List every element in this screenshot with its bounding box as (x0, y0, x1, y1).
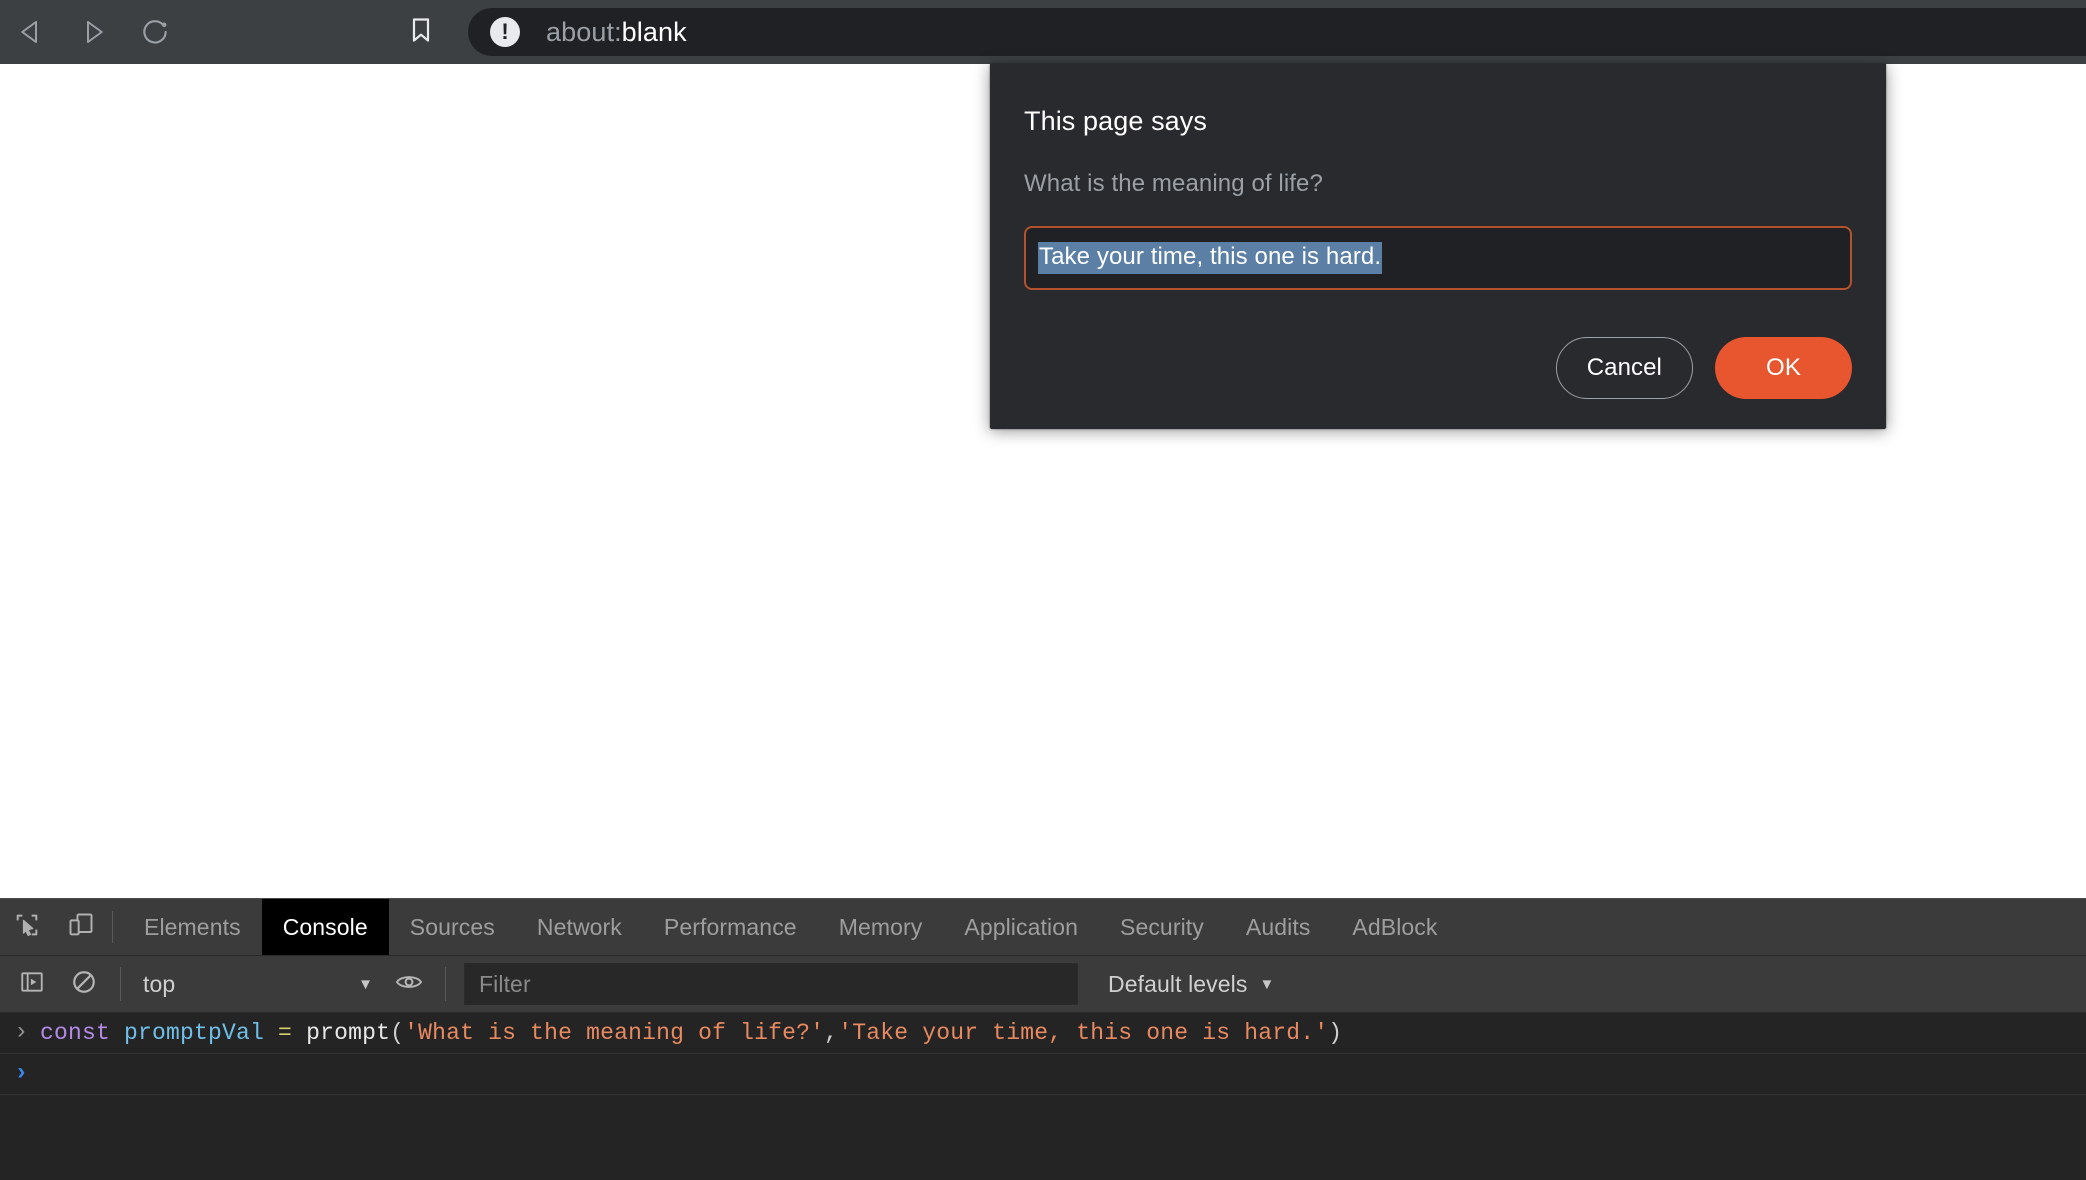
tabbar-divider (112, 911, 113, 943)
reload-circular-arrow-icon (139, 16, 171, 48)
console-sidebar-toggle-icon (19, 969, 45, 1000)
code-token-string-message: 'What is the meaning of life?' (404, 1020, 825, 1046)
back-button[interactable] (0, 0, 62, 64)
cancel-button[interactable]: Cancel (1555, 337, 1693, 399)
devtools-tabbar: Elements Console Sources Network Perform… (0, 899, 2086, 956)
tab-sources[interactable]: Sources (389, 899, 516, 955)
tab-security[interactable]: Security (1099, 899, 1225, 955)
clear-console-button[interactable] (58, 956, 110, 1013)
dialog-prompt-input[interactable]: Take your time, this one is hard. (1024, 226, 1852, 290)
live-expression-button[interactable] (383, 956, 435, 1013)
tab-network[interactable]: Network (516, 899, 643, 955)
toolbar-divider (120, 967, 121, 1001)
devtools-panel: Elements Console Sources Network Perform… (0, 898, 2086, 1180)
console-input-row[interactable]: › (0, 1054, 2086, 1095)
inspect-element-button[interactable] (0, 899, 54, 955)
console-filter-placeholder: Filter (479, 970, 531, 997)
execution-context-select[interactable]: top ▼ (131, 963, 383, 1005)
tab-performance[interactable]: Performance (643, 899, 818, 955)
clear-console-no-entry-icon (71, 969, 97, 1000)
code-token-function: prompt (306, 1020, 391, 1046)
live-expression-eye-icon (395, 971, 423, 998)
ok-button[interactable]: OK (1715, 337, 1852, 399)
code-token-keyword: const (40, 1020, 125, 1046)
tab-audits[interactable]: Audits (1225, 899, 1332, 955)
browser-toolbar: ! about:blank (0, 0, 2086, 64)
not-secure-exclamation-icon[interactable]: ! (490, 17, 520, 47)
dialog-message: What is the meaning of life? (1024, 170, 1323, 197)
console-command-row[interactable]: › const promptpVal = prompt('What is the… (0, 1013, 2086, 1054)
dialog-prompt-input-value: Take your time, this one is hard. (1038, 242, 1383, 274)
tab-application[interactable]: Application (943, 899, 1099, 955)
javascript-prompt-dialog: This page says What is the meaning of li… (990, 64, 1886, 429)
dialog-button-row: Cancel OK (1024, 337, 1852, 399)
tab-memory[interactable]: Memory (818, 899, 944, 955)
code-token-comma: , (824, 1020, 839, 1046)
tab-adblock[interactable]: AdBlock (1331, 899, 1458, 955)
device-toolbar-button[interactable] (54, 899, 108, 955)
address-bar[interactable]: ! about:blank (468, 8, 2086, 56)
bookmark-button[interactable] (390, 0, 452, 64)
code-token-string-default: 'Take your time, this one is hard.' (838, 1020, 1329, 1046)
console-sidebar-toggle-button[interactable] (6, 956, 58, 1013)
url-scheme: about: (546, 16, 622, 47)
code-token-open-paren: ( (390, 1020, 405, 1046)
log-levels-select[interactable]: Default levels ▼ (1098, 963, 1284, 1005)
toolbar-divider-2 (445, 967, 446, 1001)
tab-console[interactable]: Console (261, 899, 389, 955)
bookmark-icon (407, 15, 435, 50)
chevron-down-icon: ▼ (358, 975, 373, 993)
console-message-list: › const promptpVal = prompt('What is the… (0, 1013, 2086, 1095)
console-command-code: const promptpVal = prompt('What is the m… (40, 1020, 1342, 1046)
tab-elements[interactable]: Elements (123, 899, 262, 955)
address-bar-url: about:blank (546, 17, 687, 48)
chevron-down-icon-levels: ▼ (1259, 975, 1275, 993)
reload-button[interactable] (124, 0, 186, 64)
forward-button[interactable] (62, 0, 124, 64)
code-token-close-paren: ) (1328, 1020, 1343, 1046)
inspect-element-icon (13, 911, 41, 944)
console-filter-input[interactable]: Filter (464, 963, 1078, 1005)
log-levels-value: Default levels (1108, 970, 1248, 997)
code-token-operator: = (278, 1020, 307, 1046)
console-entry-chevron-icon: › (14, 1019, 29, 1046)
dialog-title: This page says (1024, 106, 1207, 136)
url-host: blank (621, 16, 687, 47)
console-toolbar: top ▼ Filter Default levels ▼ (0, 956, 2086, 1013)
back-triangle-icon (16, 17, 46, 47)
execution-context-value: top (143, 970, 176, 997)
device-toolbar-icon (67, 911, 95, 944)
forward-triangle-icon (78, 17, 108, 47)
code-token-variable: promptpVal (124, 1020, 279, 1046)
console-input-chevron-icon: › (14, 1060, 29, 1087)
